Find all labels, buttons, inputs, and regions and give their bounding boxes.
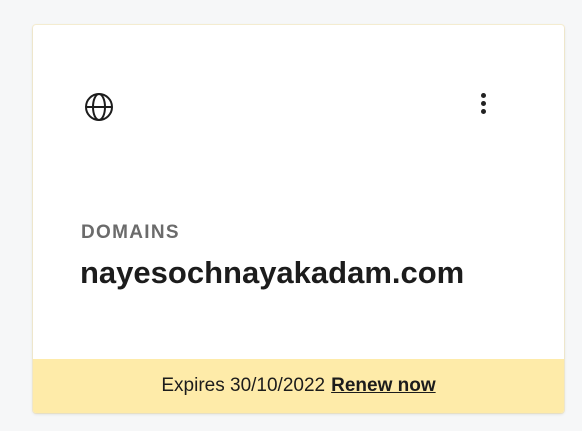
- domain-card[interactable]: DOMAINS nayesochnayakadam.com Expires 30…: [33, 25, 564, 413]
- domain-name: nayesochnayakadam.com: [80, 255, 465, 290]
- category-label: DOMAINS: [81, 222, 180, 243]
- vertical-ellipsis-icon: [480, 108, 486, 114]
- more-options-button[interactable]: [469, 89, 497, 117]
- globe-icon: [85, 93, 113, 121]
- vertical-ellipsis-icon: [480, 92, 486, 98]
- renew-now-link[interactable]: Renew now: [331, 375, 436, 397]
- vertical-ellipsis-icon: [480, 100, 486, 106]
- expiry-banner: Expires 30/10/2022 Renew now: [33, 359, 564, 413]
- expiry-text: Expires 30/10/2022: [161, 375, 326, 396]
